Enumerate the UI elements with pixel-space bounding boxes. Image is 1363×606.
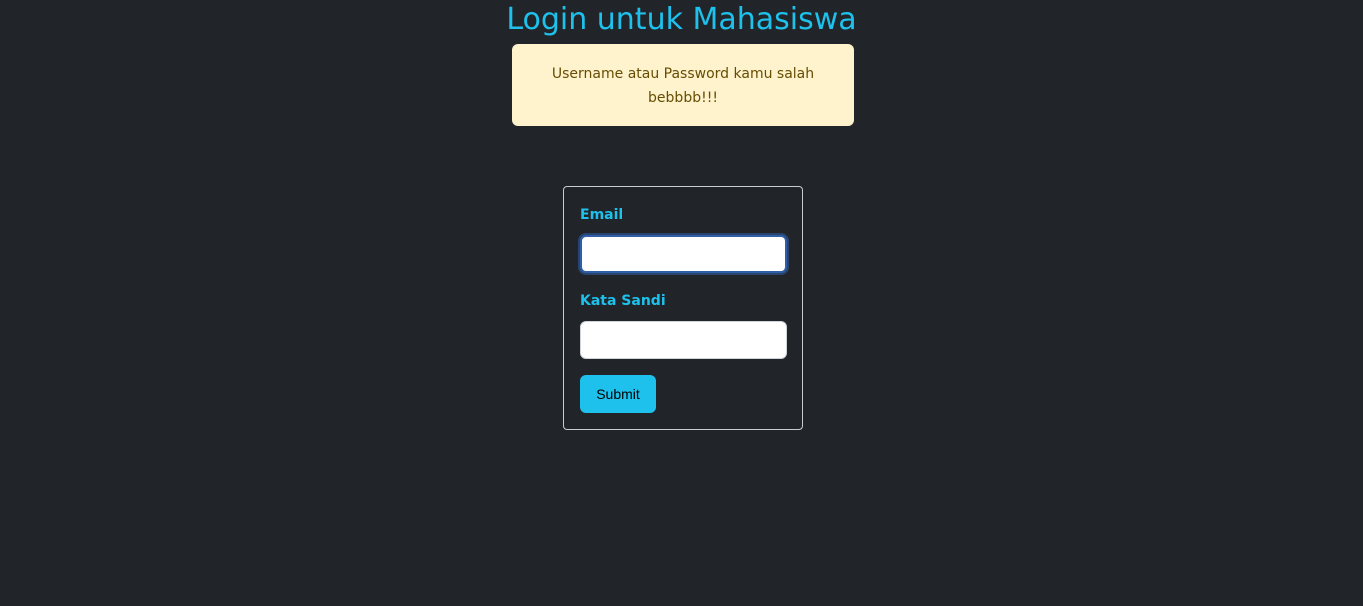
password-field[interactable] [580, 321, 787, 359]
login-page: Login untuk Mahasiswa Username atau Pass… [0, 0, 1363, 606]
submit-button[interactable]: Submit [580, 375, 656, 413]
alert-message-line-1: Username atau Password kamu salah [551, 66, 815, 82]
email-label: Email [580, 207, 624, 223]
password-label: Kata Sandi [580, 293, 666, 309]
login-form: Email Kata Sandi Submit [563, 186, 803, 430]
page-title: Login untuk Mahasiswa [506, 2, 857, 37]
error-alert: Username atau Password kamu salah bebbbb… [512, 44, 854, 126]
alert-message-line-2: bebbbb!!! [648, 90, 718, 106]
email-field[interactable] [580, 235, 787, 273]
